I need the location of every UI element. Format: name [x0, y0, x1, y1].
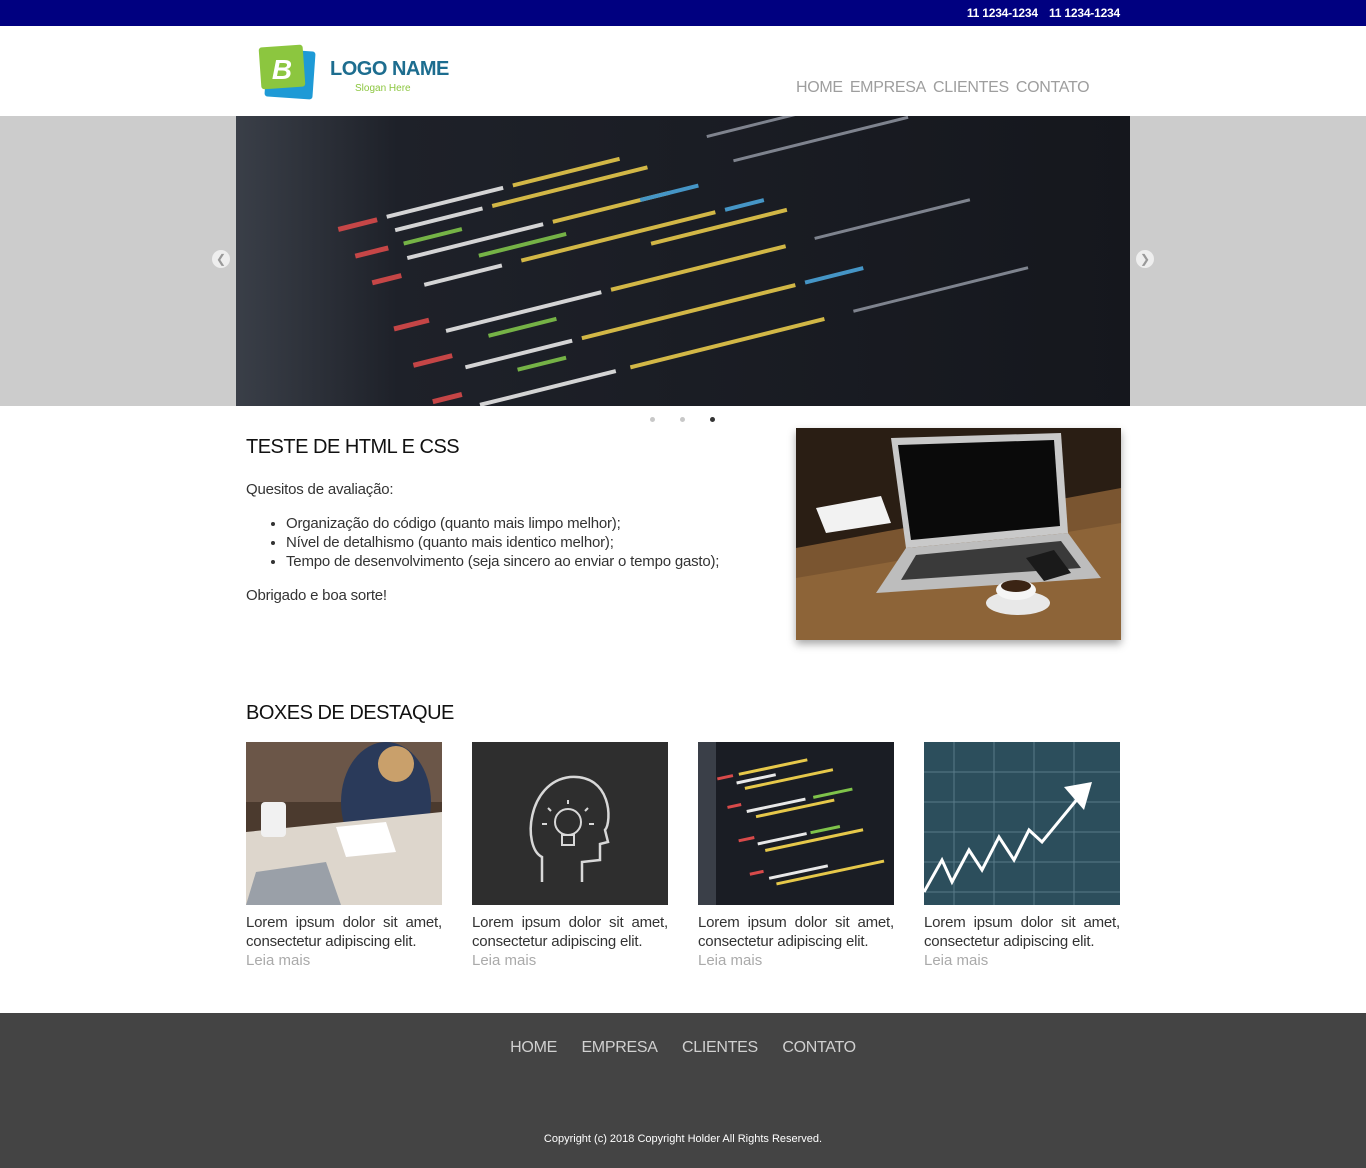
logo[interactable]: B LOGO NAME Slogan Here — [258, 44, 458, 100]
slider-dot-2[interactable] — [680, 417, 685, 422]
slider-dot-1[interactable] — [650, 417, 655, 422]
slider-next-button[interactable]: ❯ — [1136, 250, 1154, 268]
box-image-growth — [924, 742, 1120, 905]
box-text: Lorem ipsum dolor sit amet, consectetur … — [924, 914, 1120, 950]
logo-slogan: Slogan Here — [355, 83, 411, 94]
copyright: Copyright (c) 2018 Copyright Holder All … — [543, 1133, 823, 1145]
footer-nav-home[interactable]: HOME — [510, 1039, 557, 1056]
main-nav: HOME EMPRESA CLIENTES CONTATO — [796, 79, 1090, 97]
read-more-link[interactable]: Leia mais — [698, 951, 894, 970]
footer-nav-clientes[interactable]: CLIENTES — [682, 1039, 758, 1056]
nav-contato[interactable]: CONTATO — [1016, 79, 1090, 97]
box-text: Lorem ipsum dolor sit amet, consectetur … — [698, 914, 894, 950]
header: B LOGO NAME Slogan Here HOME EMPRESA CLI… — [0, 26, 1366, 116]
read-more-link[interactable]: Leia mais — [924, 951, 1120, 970]
nav-home[interactable]: HOME — [796, 79, 843, 97]
phone-2[interactable]: 11 1234-1234 — [1049, 6, 1120, 20]
phone-numbers: 11 1234-1234 11 1234-1234 — [959, 6, 1120, 20]
footer: HOME EMPRESA CLIENTES CONTATO Copyright … — [0, 1013, 1366, 1168]
logo-icon: B — [258, 44, 316, 100]
intro-section: TESTE DE HTML E CSS Quesitos de avaliaçã… — [246, 436, 776, 604]
feature-box-3: Lorem ipsum dolor sit amet, consectetur … — [698, 742, 894, 970]
footer-nav: HOME EMPRESA CLIENTES CONTATO — [0, 1039, 1366, 1057]
top-bar: 11 1234-1234 11 1234-1234 — [0, 0, 1366, 26]
box-text: Lorem ipsum dolor sit amet, consectetur … — [472, 914, 668, 950]
feature-box-1: Lorem ipsum dolor sit amet, consectetur … — [246, 742, 442, 970]
box-text: Lorem ipsum dolor sit amet, consectetur … — [246, 914, 442, 950]
nav-clientes[interactable]: CLIENTES — [933, 79, 1009, 97]
slider-dot-3[interactable] — [710, 417, 715, 422]
footer-nav-contato[interactable]: CONTATO — [782, 1039, 856, 1056]
nav-empresa[interactable]: EMPRESA — [850, 79, 926, 97]
intro-title: TESTE DE HTML E CSS — [246, 436, 460, 458]
phone-1[interactable]: 11 1234-1234 — [967, 6, 1038, 20]
slider-dots — [650, 417, 715, 422]
intro-closing: Obrigado e boa sorte! — [246, 587, 387, 604]
box-image-code — [698, 742, 894, 905]
boxes-title: BOXES DE DESTAQUE — [246, 702, 454, 724]
box-image-chalkboard — [472, 742, 668, 905]
list-item: Organização do código (quanto mais limpo… — [286, 514, 776, 533]
slider-prev-button[interactable]: ❮ — [212, 250, 230, 268]
box-image-meeting — [246, 742, 442, 905]
list-item: Nível de detalhismo (quanto mais identic… — [286, 533, 776, 552]
feature-box-2: Lorem ipsum dolor sit amet, consectetur … — [472, 742, 668, 970]
list-item: Tempo de desenvolvimento (seja sincero a… — [286, 552, 776, 571]
read-more-link[interactable]: Leia mais — [246, 951, 442, 970]
footer-nav-empresa[interactable]: EMPRESA — [581, 1039, 657, 1056]
feature-box-4: Lorem ipsum dolor sit amet, consectetur … — [924, 742, 1120, 970]
intro-lead: Quesitos de avaliação: — [246, 481, 394, 498]
chevron-right-icon: ❯ — [1139, 252, 1151, 266]
logo-letter: B — [272, 54, 292, 85]
laptop-photo — [796, 428, 1121, 640]
read-more-link[interactable]: Leia mais — [472, 951, 668, 970]
slide-image-code — [236, 116, 1130, 406]
chevron-left-icon: ❮ — [215, 252, 227, 266]
hero-slider: ❮ ❯ — [0, 116, 1366, 406]
logo-name: LOGO NAME — [330, 58, 449, 80]
criteria-list: Organização do código (quanto mais limpo… — [286, 514, 776, 571]
